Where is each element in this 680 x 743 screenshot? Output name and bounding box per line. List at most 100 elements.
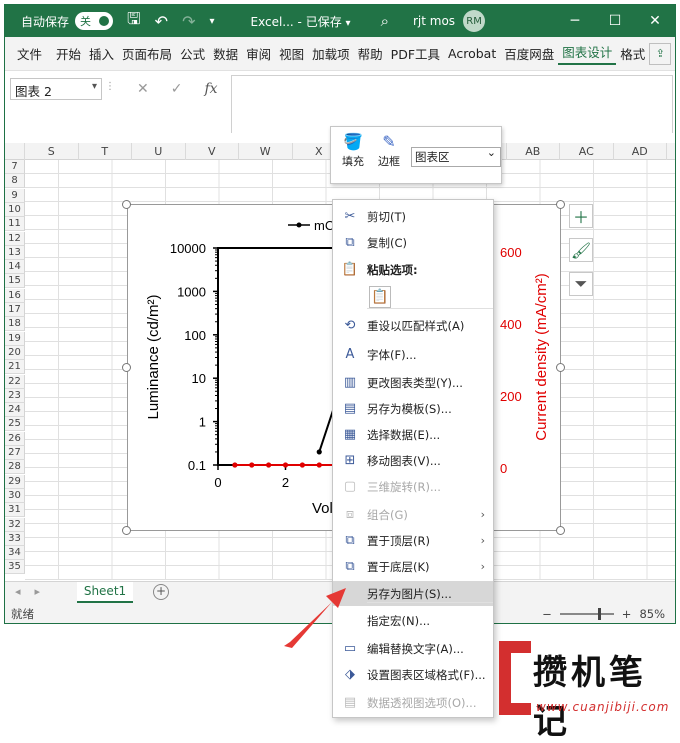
menu-item-0[interactable]: ✂ 剪切(T) bbox=[333, 204, 493, 229]
menu-item-4[interactable]: A 字体(F)... bbox=[333, 342, 493, 367]
menu-item-3[interactable]: ⟲ 重设以匹配样式(A) bbox=[333, 313, 493, 338]
undo-icon[interactable]: ↶ bbox=[155, 12, 168, 31]
customize-qat-icon[interactable]: ▾ bbox=[209, 16, 214, 27]
resize-handle-mr[interactable] bbox=[556, 363, 565, 372]
autosave-toggle[interactable]: 关 bbox=[75, 12, 114, 30]
column-header[interactable]: AC bbox=[560, 143, 614, 160]
row-header[interactable]: 18 bbox=[5, 317, 25, 332]
formula-input[interactable] bbox=[231, 75, 673, 133]
select-all-corner[interactable] bbox=[5, 143, 25, 160]
row-header[interactable]: 35 bbox=[5, 560, 25, 575]
sheet-tab-sheet1[interactable]: Sheet1 bbox=[77, 582, 133, 603]
menu-item-8[interactable]: ⊞ 移动图表(V)... bbox=[333, 448, 493, 473]
row-header[interactable]: 34 bbox=[5, 546, 25, 561]
chart-filters-button[interactable]: ⏷ bbox=[569, 272, 593, 296]
tab-7[interactable]: 视图 bbox=[275, 44, 308, 63]
menu-item-6[interactable]: ▤ 另存为模板(S)... bbox=[333, 396, 493, 421]
row-header[interactable]: 17 bbox=[5, 303, 25, 317]
column-header[interactable]: S bbox=[25, 143, 79, 160]
sheet-nav-arrows[interactable]: ◂▸ bbox=[15, 585, 54, 598]
row-header[interactable]: 31 bbox=[5, 503, 25, 518]
row-header[interactable]: 28 bbox=[5, 460, 25, 475]
resize-handle-br[interactable] bbox=[556, 526, 565, 535]
row-header[interactable]: 16 bbox=[5, 288, 25, 303]
row-header[interactable]: 7 bbox=[5, 160, 25, 174]
row-header[interactable]: 30 bbox=[5, 488, 25, 503]
column-header[interactable]: T bbox=[79, 143, 132, 160]
row-header[interactable]: 24 bbox=[5, 403, 25, 418]
user-name[interactable]: rjt mos bbox=[413, 14, 455, 28]
row-header[interactable]: 27 bbox=[5, 446, 25, 460]
fill-button[interactable]: 🪣 填充 bbox=[335, 131, 371, 169]
menu-item-15[interactable]: ▭ 编辑替换文字(A)... bbox=[333, 636, 493, 661]
cancel-icon[interactable]: ✕ bbox=[137, 81, 149, 97]
resize-handle-ml[interactable] bbox=[122, 363, 131, 372]
comments-icon[interactable]: 💬 bbox=[675, 43, 676, 65]
row-header[interactable]: 8 bbox=[5, 174, 25, 189]
column-header[interactable]: U bbox=[132, 143, 186, 160]
column-header[interactable]: AB bbox=[507, 143, 560, 160]
avatar[interactable]: RM bbox=[463, 10, 486, 32]
zoom-level[interactable]: 85% bbox=[639, 607, 665, 621]
row-header[interactable]: 19 bbox=[5, 331, 25, 346]
resize-handle-tr[interactable] bbox=[556, 200, 565, 209]
menu-item-9[interactable]: ▢ 三维旋转(R)... bbox=[333, 474, 493, 499]
add-sheet-button[interactable]: + bbox=[153, 584, 169, 600]
row-header[interactable]: 23 bbox=[5, 388, 25, 403]
row-header[interactable]: 25 bbox=[5, 417, 25, 432]
menu-item-12[interactable]: ⧉ 置于底层(K) › bbox=[333, 554, 493, 579]
row-header[interactable]: 15 bbox=[5, 274, 25, 289]
row-header[interactable]: 10 bbox=[5, 202, 25, 217]
window-title[interactable]: Excel... - 已保存 ▾ bbox=[251, 13, 351, 30]
row-header[interactable]: 20 bbox=[5, 345, 25, 360]
tab-8[interactable]: 加载项 bbox=[308, 44, 354, 63]
row-header[interactable]: 14 bbox=[5, 260, 25, 275]
border-button[interactable]: ✎ 边框 bbox=[371, 131, 407, 169]
menu-item-10[interactable]: ⧈ 组合(G) › bbox=[333, 502, 493, 527]
tab-14[interactable]: 格式 bbox=[616, 44, 649, 63]
tab-0[interactable]: 文件 bbox=[5, 44, 52, 63]
row-header[interactable]: 22 bbox=[5, 374, 25, 389]
row-header[interactable]: 12 bbox=[5, 231, 25, 246]
enter-icon[interactable]: ✓ bbox=[171, 81, 183, 97]
menu-item-5[interactable]: ▥ 更改图表类型(Y)... bbox=[333, 370, 493, 395]
tab-6[interactable]: 审阅 bbox=[242, 44, 275, 63]
chart-element-select[interactable]: 图表区 bbox=[411, 146, 501, 167]
resize-handle-bl[interactable] bbox=[122, 526, 131, 535]
menu-item-17[interactable]: ▤ 数据透视图选项(O)... bbox=[333, 690, 493, 715]
tab-3[interactable]: 页面布局 bbox=[118, 44, 176, 63]
insert-function-icon[interactable]: fx bbox=[204, 81, 217, 97]
tab-4[interactable]: 公式 bbox=[176, 44, 209, 63]
search-icon[interactable]: ⌕ bbox=[381, 12, 389, 30]
row-header[interactable]: 32 bbox=[5, 517, 25, 532]
maximize-icon[interactable]: ☐ bbox=[595, 13, 635, 29]
save-icon[interactable]: 🖫 bbox=[127, 8, 141, 35]
menu-item-11[interactable]: ⧉ 置于顶层(R) › bbox=[333, 528, 493, 553]
tab-12[interactable]: 百度网盘 bbox=[500, 44, 558, 63]
column-header[interactable]: AD bbox=[614, 143, 667, 160]
tab-5[interactable]: 数据 bbox=[209, 44, 242, 63]
tab-2[interactable]: 插入 bbox=[85, 44, 118, 63]
resize-handle-tl[interactable] bbox=[122, 200, 131, 209]
menu-item-16[interactable]: ⬗ 设置图表区域格式(F)... bbox=[333, 662, 493, 687]
row-header[interactable]: 11 bbox=[5, 217, 25, 232]
chart-elements-button[interactable]: ＋ bbox=[569, 204, 593, 228]
row-header[interactable]: 26 bbox=[5, 431, 25, 446]
tab-11[interactable]: Acrobat bbox=[444, 46, 500, 61]
zoom-out-icon[interactable]: − bbox=[542, 607, 552, 621]
row-header[interactable]: 33 bbox=[5, 531, 25, 546]
zoom-in-icon[interactable]: + bbox=[622, 607, 632, 621]
redo-icon[interactable]: ↷ bbox=[182, 12, 195, 31]
menu-item-7[interactable]: ▦ 选择数据(E)... bbox=[333, 422, 493, 447]
minimize-icon[interactable]: ─ bbox=[555, 13, 595, 29]
column-header[interactable]: W bbox=[239, 143, 293, 160]
menu-item-1[interactable]: ⧉ 复制(C) bbox=[333, 230, 493, 255]
row-header[interactable]: 13 bbox=[5, 245, 25, 260]
row-header[interactable]: 9 bbox=[5, 188, 25, 203]
row-header[interactable]: 29 bbox=[5, 474, 25, 489]
tab-10[interactable]: PDF工具 bbox=[387, 44, 444, 63]
zoom-slider[interactable] bbox=[559, 608, 614, 620]
share-icon[interactable]: ⇪ bbox=[649, 42, 672, 65]
name-box[interactable]: 图表 2 bbox=[10, 78, 102, 100]
chart-styles-button[interactable]: 🖌 bbox=[569, 238, 593, 262]
